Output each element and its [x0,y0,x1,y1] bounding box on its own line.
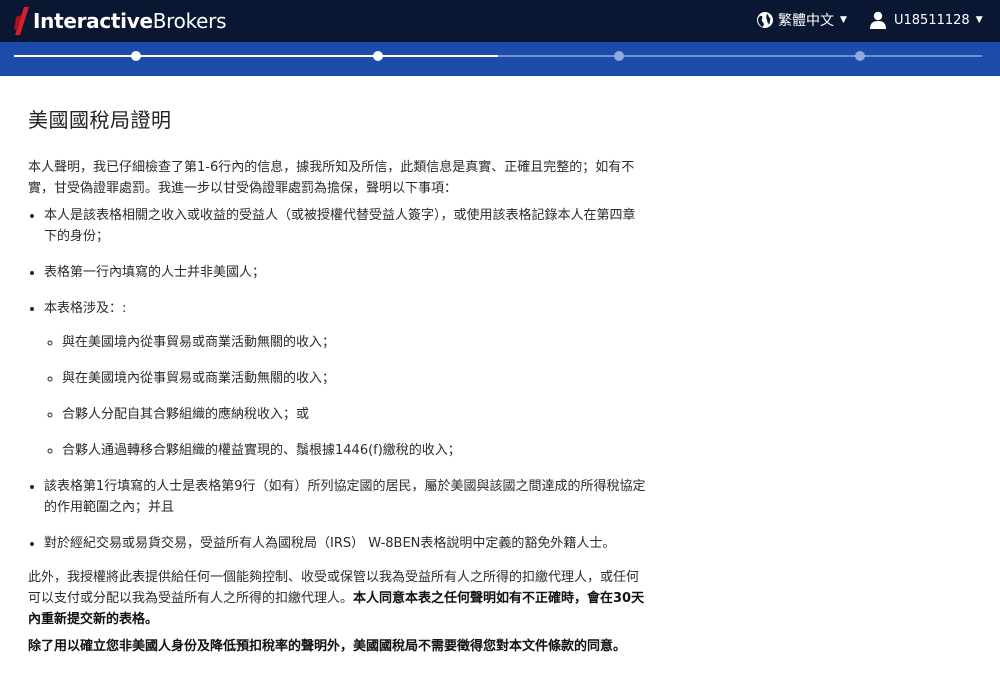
certification-content: 美國國稅局證明 本人聲明，我已仔細檢查了第1-6行內的信息，據我所知及所信，此類… [28,100,648,663]
brand-name-bold: Interactive [33,9,153,33]
progress-step-1 [131,51,141,61]
page-title: 美國國稅局證明 [28,108,172,132]
income-type-item: 與在美國境內從事貿易或商業活動無關的收入； [62,368,648,389]
income-type-item: 合夥人分配自其合夥組織的應納稅收入；或 [62,404,648,425]
progress-step-4 [855,51,865,61]
ib-logo-mark-icon [14,7,29,35]
progress-track-completed [14,55,498,57]
authorization-paragraph: 此外，我授權將此表提供給任何一個能夠控制、收受或保管以我為受益所有人之所得的扣繳… [28,567,648,630]
language-selector[interactable]: 繁體中文 ▼ [756,8,847,32]
caret-down-icon: ▼ [840,15,847,25]
globe-icon [757,12,773,28]
progress-step-2 [373,51,383,61]
interactive-brokers-logo[interactable]: InteractiveBrokers [14,6,227,36]
income-type-item: 合夥人通過轉移合夥組織的權益實現的、鬚根據1446(f)繳稅的收入； [62,440,648,461]
username-label: U18511128 [894,12,970,28]
declaration-item-income: 本表格涉及：: 與在美國境內從事貿易或商業活動無關的收入； 與在美國境內從事貿易… [44,298,648,461]
income-type-list: 與在美國境內從事貿易或商業活動無關的收入； 與在美國境內從事貿易或商業活動無關的… [44,332,648,461]
intro-paragraph: 本人聲明，我已仔細檢查了第1-6行內的信息，據我所知及所信，此類信息是真實、正確… [28,160,635,196]
income-type-item: 與在美國境內從事貿易或商業活動無關的收入； [62,332,648,353]
declaration-list: 本人是該表格相關之收入或收益的受益人（或被授權代替受益人簽字），或使用該表格記錄… [28,205,648,554]
declaration-item: 本人是該表格相關之收入或收益的受益人（或被授權代替受益人簽字），或使用該表格記錄… [44,205,648,247]
brand-name-light: Brokers [152,9,227,33]
user-icon [870,11,886,29]
progress-step-3 [614,51,624,61]
top-navigation-bar: InteractiveBrokers 繁體中文 ▼ U18511128 ▼ [0,0,1000,42]
brand-name: InteractiveBrokers [33,9,227,33]
declaration-item-label: 本表格涉及：: [44,301,127,316]
irs-consent-note: 除了用以確立您非美國人身份及降低預扣稅率的聲明外，美國國稅局不需要徵得您對本文件… [28,639,627,654]
declaration-item: 該表格第1行填寫的人士是表格第9行（如有）所列協定國的居民，屬於美國與該國之間達… [44,476,648,518]
user-menu[interactable]: U18511128 ▼ [870,8,983,32]
language-label: 繁體中文 [778,13,834,29]
step-progress-bar [0,42,1000,76]
declaration-item: 對於經紀交易或易貨交易，受益所有人為國稅局（IRS） W-8BEN表格說明中定義… [44,533,648,554]
caret-down-icon: ▼ [975,15,983,25]
declaration-item: 表格第一行內填寫的人士并非美國人； [44,262,648,283]
